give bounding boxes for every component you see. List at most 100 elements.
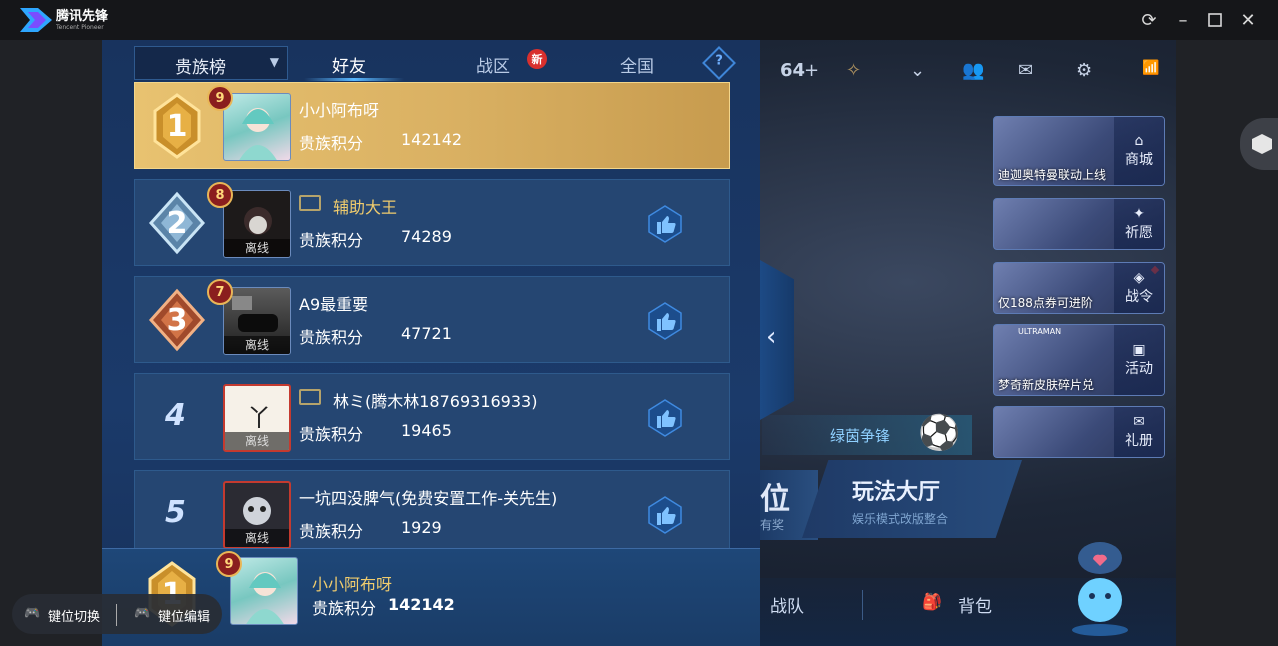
rank-number: 1 [166, 108, 188, 144]
new-badge: 新 [527, 49, 547, 69]
side-drawer-button[interactable] [1240, 118, 1278, 170]
close-icon[interactable]: ✕ [1236, 8, 1260, 32]
tag-icon [299, 389, 321, 405]
help-glyph: ? [715, 53, 723, 69]
rank-number: 4 [165, 398, 186, 433]
mail-icon[interactable]: ✉ [1018, 60, 1033, 81]
promo-event-caption: 梦奇新皮肤碎片兑 [998, 378, 1095, 392]
rank-emblem-icon[interactable]: ✧ [846, 60, 861, 81]
avatar[interactable]: 离线 [223, 481, 291, 549]
help-icon[interactable]: ? [702, 46, 736, 80]
lobby-topbar: 64 + ✧ ⌄ 👥 ✉ ⚙ 📶 [762, 54, 1172, 94]
promo-shop-caption: 迪迦奥特曼联动上线 [998, 168, 1107, 182]
table-row[interactable]: 2 离线 8 辅助大王 贵族积分 74289 [134, 179, 730, 266]
thumbs-up-icon[interactable] [645, 495, 685, 535]
vip-level-badge: 9 [216, 551, 242, 577]
silver-medal-icon: 2 [147, 190, 207, 256]
giftbook-icon: ✉ [1133, 414, 1145, 430]
wish-icon: ✦ [1133, 206, 1145, 222]
ranking-list: 1 9 小小阿布呀 贵族积分 142142 2 离线 8 辅助大王 贵族积分 7… [134, 82, 731, 550]
ranking-type-select[interactable]: 贵族榜 ▼ [134, 46, 288, 80]
promo-pass-label: 战令 [1125, 289, 1153, 305]
score-value: 19465 [401, 421, 452, 440]
player-name: 辅助大王 [333, 198, 398, 217]
thumbs-up-icon[interactable] [645, 301, 685, 341]
minimize-icon[interactable]: – [1171, 8, 1195, 32]
nav-backpack[interactable]: 背包 [958, 592, 992, 617]
shop-icon: ⌂ [1134, 133, 1144, 149]
mode-hall-subtitle: 娱乐模式改版整合 [852, 512, 949, 526]
tab-national[interactable]: 全国 [620, 52, 654, 77]
active-tab-underline [304, 78, 404, 81]
signal-icon: 📶 [1142, 60, 1160, 76]
window-titlebar: 腾讯先锋 Tencent Pioneer ⟳ – ✕ [0, 0, 1278, 40]
tab-friends[interactable]: 好友 [332, 52, 366, 77]
score-value: 142142 [401, 130, 463, 149]
table-row[interactable]: 1 9 小小阿布呀 贵族积分 142142 [134, 82, 730, 169]
mode-hall-button[interactable]: 玩法大厅 娱乐模式改版整合 [802, 460, 1022, 538]
table-row[interactable]: 4 丫 离线 林ミ(腾木林18769316933) 贵族积分 19465 [134, 373, 730, 460]
ranking-tabs: 贵族榜 ▼ 好友 战区 新 全国 ? [134, 46, 736, 82]
offline-label: 离线 [224, 239, 290, 257]
score-label: 贵族积分 [312, 599, 377, 618]
score-value: 1929 [401, 518, 442, 537]
tab-region[interactable]: 战区 [476, 52, 510, 77]
svg-text:丫: 丫 [247, 404, 271, 432]
ranking-panel: 贵族榜 ▼ 好友 战区 新 全国 ? 1 9 小小阿布呀 贵族积分 142142… [102, 40, 760, 646]
player-name: 林ミ(腾木林18769316933) [333, 392, 538, 411]
avatar[interactable]: 丫 离线 [223, 384, 291, 452]
backpack-icon: 🎒 [922, 592, 942, 611]
gear-icon[interactable]: ⚙ [1076, 60, 1092, 81]
gamepad-icon: 🎮 [134, 606, 151, 621]
refresh-icon[interactable]: ⟳ [1137, 8, 1161, 32]
thumbs-up-icon[interactable] [645, 204, 685, 244]
table-row[interactable]: 3 离线 7 A9最重要 贵族积分 47721 [134, 276, 730, 363]
promo-shop[interactable]: ⌂ 商城 迪迦奥特曼联动上线 [993, 116, 1165, 186]
rank-number: 2 [166, 205, 188, 241]
table-row[interactable]: 5 离线 一坑四没脾气(免费安置工作-关先生) 贵族积分 1929 [134, 470, 730, 550]
left-letterbox [0, 40, 102, 646]
score-label: 贵族积分 [299, 425, 364, 444]
app-logo-icon [20, 8, 52, 32]
keymap-switch-button[interactable]: 键位切换 [48, 606, 100, 625]
mode-hall-title: 玩法大厅 [852, 480, 941, 505]
thumbs-up-icon[interactable] [645, 398, 685, 438]
friends-icon[interactable]: 👥 [962, 60, 984, 81]
tag-icon [299, 195, 321, 211]
add-icon[interactable]: + [804, 60, 819, 81]
promo-wish[interactable]: ✦ 祈愿 [993, 198, 1165, 250]
nav-team[interactable]: 战队 [770, 592, 804, 617]
chevron-left-icon: ‹ [766, 322, 777, 352]
game-viewport: 64 + ✧ ⌄ 👥 ✉ ⚙ 📶 ⌂ 商城 迪迦奥特曼联动上线 ✦ 祈愿 ◈ 战令 仅… [102, 40, 1176, 646]
mascot-icon[interactable] [1052, 540, 1142, 640]
bronze-medal-icon: 3 [147, 287, 207, 353]
score-value: 74289 [401, 227, 452, 246]
promo-giftbook[interactable]: ✉ 礼册 [993, 406, 1165, 458]
gold-medal-icon: 1 [147, 93, 207, 159]
vip-level-badge: 9 [207, 85, 233, 111]
chevron-down-icon[interactable]: ⌄ [910, 60, 925, 81]
avatar[interactable] [223, 93, 291, 161]
avatar[interactable]: 离线 [223, 190, 291, 258]
player-name: A9最重要 [299, 295, 369, 314]
hexagon-icon [1252, 134, 1272, 154]
player-name: 一坑四没脾气(免费安置工作-关先生) [299, 489, 558, 508]
chevron-down-icon: ▼ [269, 55, 279, 69]
collapse-panel-button[interactable]: ‹ [760, 260, 794, 420]
keymap-edit-button[interactable]: 键位编辑 [158, 606, 210, 625]
keymap-toolbar: 🎮 键位切换 🎮 键位编辑 [12, 594, 222, 634]
offline-label: 离线 [224, 336, 290, 354]
promo-event[interactable]: ULTRAMAN ▣ 活动 梦奇新皮肤碎片兑 [993, 324, 1165, 396]
avatar[interactable]: 离线 [223, 287, 291, 355]
rank-number: 3 [166, 302, 188, 338]
gamepad-icon: 🎮 [24, 606, 41, 621]
pass-icon: ◈ [1133, 270, 1145, 286]
maximize-icon[interactable] [1203, 8, 1227, 32]
promo-pass[interactable]: ◈ 战令 仅188点券可进阶 [993, 262, 1165, 314]
green-field-button[interactable]: 绿茵争锋 ⚽ [762, 413, 972, 455]
promo-event-label: 活动 [1125, 361, 1153, 377]
promo-giftbook-label: 礼册 [1125, 433, 1153, 449]
score-value: 142142 [388, 595, 455, 614]
event-icon: ▣ [1132, 342, 1146, 358]
offline-label: 离线 [225, 529, 289, 547]
